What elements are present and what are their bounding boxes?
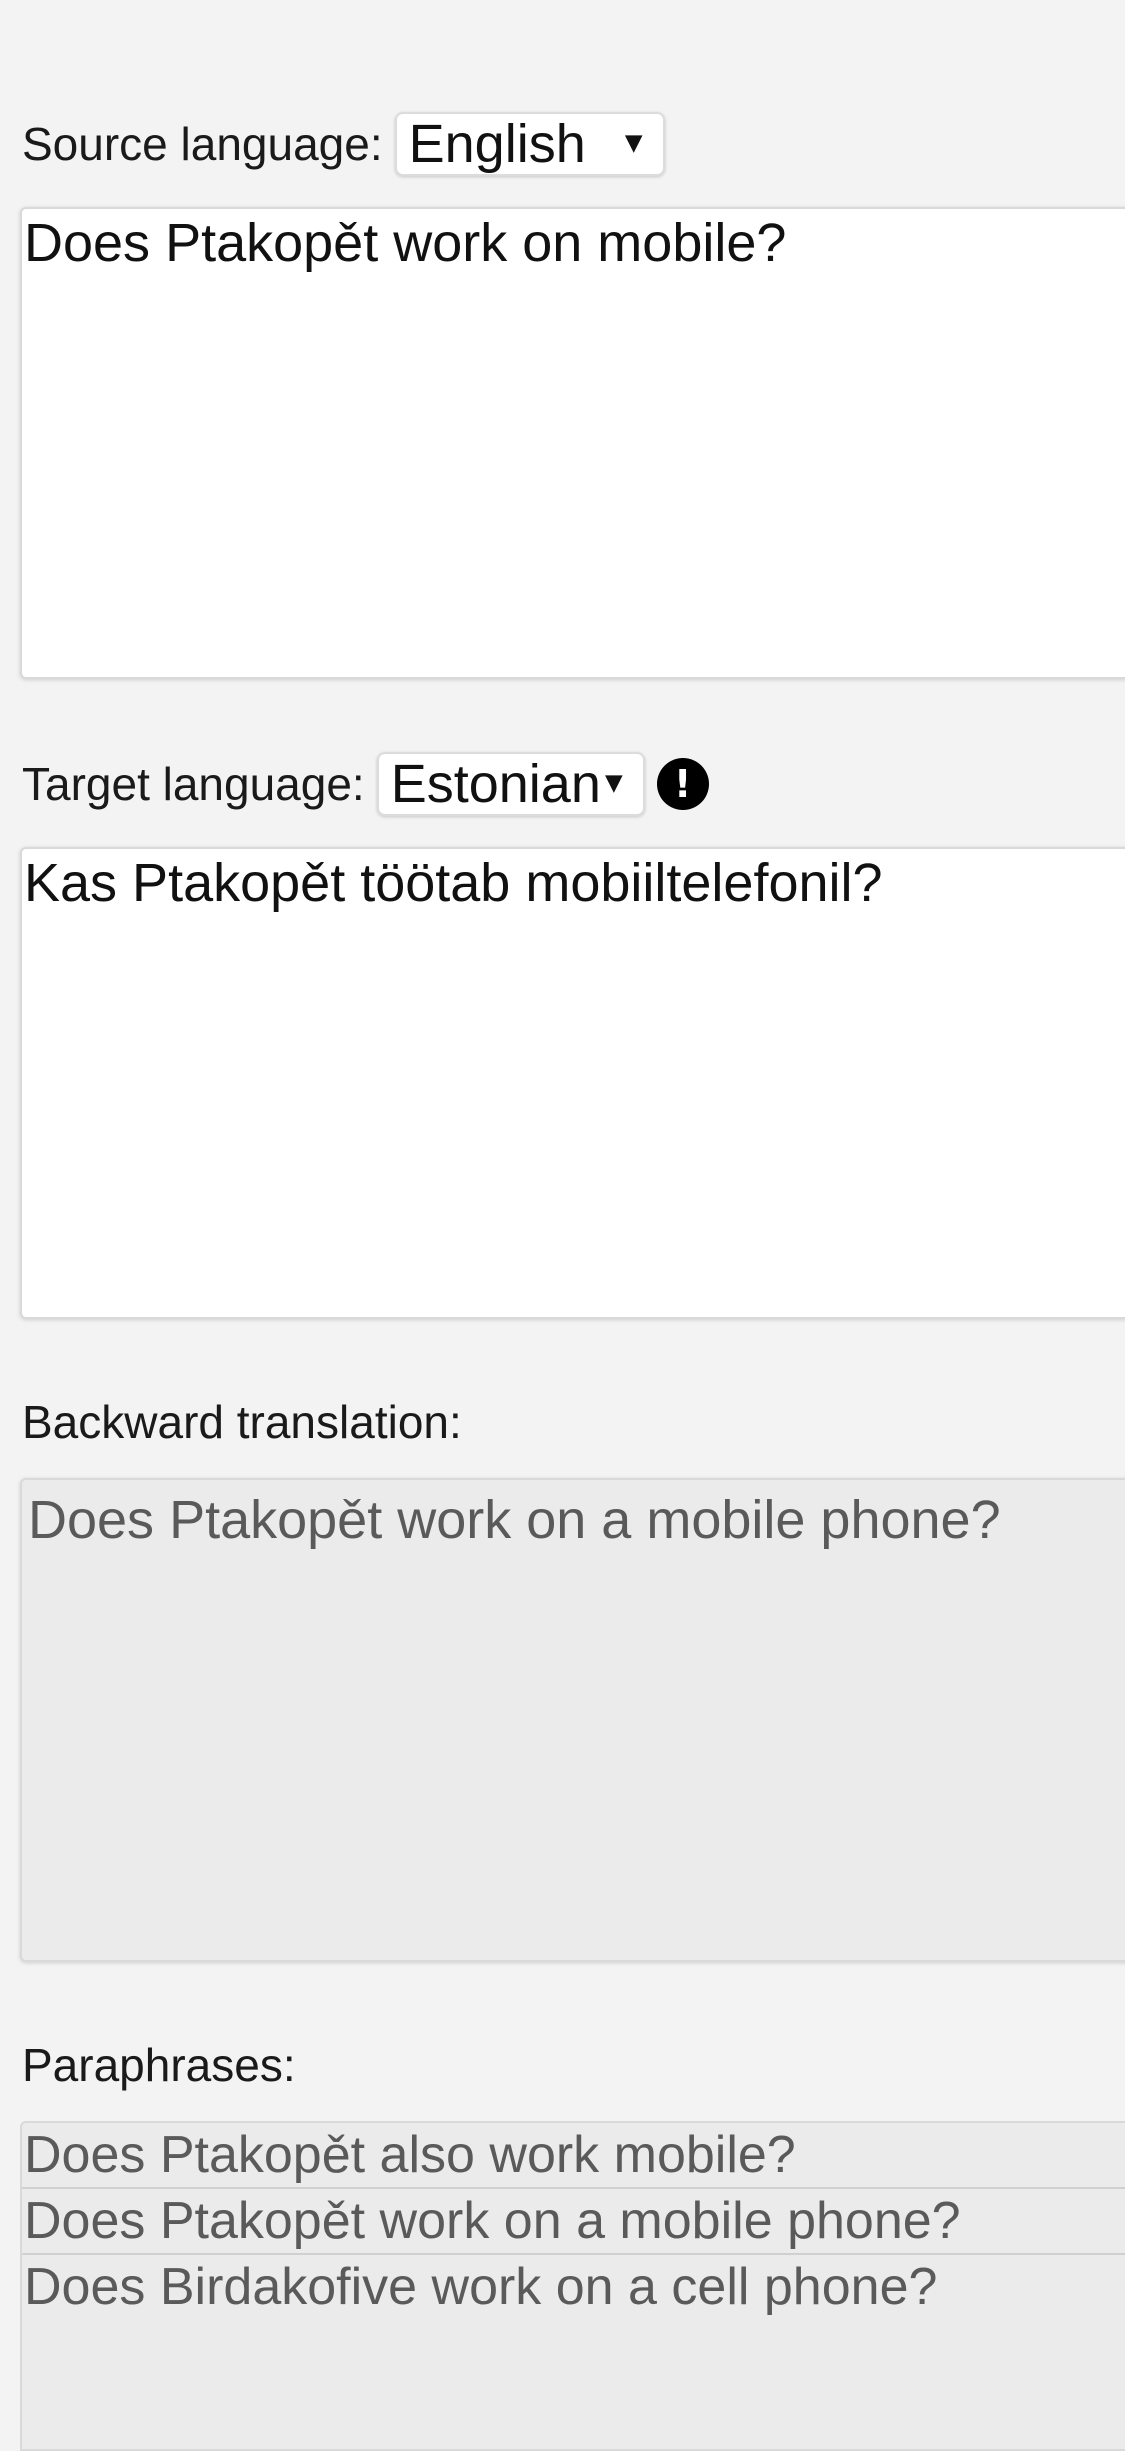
source-language-select[interactable]: English ▼ <box>394 112 665 176</box>
target-language-label: Target language: <box>22 758 365 810</box>
source-language-value: English <box>408 114 586 174</box>
target-language-row: Target language: Estonian ▼ ! <box>22 752 709 816</box>
backward-translation-label: Backward translation: <box>22 1396 462 1448</box>
target-text-input[interactable]: Kas Ptakopět töötab mobiiltelefonil? <box>20 847 1125 1319</box>
paraphrase-item[interactable]: Does Ptakopět work on a mobile phone? <box>22 2189 1125 2255</box>
chevron-down-icon: ▼ <box>618 126 649 160</box>
source-text: Does Ptakopět work on mobile? <box>24 213 787 273</box>
backward-translation-text: Does Ptakopět work on a mobile phone? <box>28 1490 1001 1550</box>
paraphrases-label: Paraphrases: <box>22 2039 296 2091</box>
backward-translation-row: Backward translation: <box>22 1390 462 1454</box>
target-language-select[interactable]: Estonian ▼ <box>376 752 645 816</box>
paraphrases-list: Does Ptakopět also work mobile? Does Pta… <box>20 2121 1125 2451</box>
chevron-down-icon: ▼ <box>599 766 629 800</box>
source-text-input[interactable]: Does Ptakopět work on mobile? <box>20 207 1125 679</box>
paraphrase-item[interactable]: Does Ptakopět also work mobile? <box>22 2123 1125 2189</box>
source-language-label: Source language: <box>22 118 383 170</box>
source-language-row: Source language: English ▼ <box>22 112 665 176</box>
paraphrases-row: Paraphrases: <box>22 2033 296 2097</box>
warning-icon[interactable]: ! <box>656 758 709 810</box>
target-language-value: Estonian <box>390 754 601 814</box>
backward-translation-output: Does Ptakopět work on a mobile phone? <box>20 1478 1125 1962</box>
target-text: Kas Ptakopět töötab mobiiltelefonil? <box>24 853 883 913</box>
paraphrase-item[interactable]: Does Birdakofive work on a cell phone? <box>22 2255 1125 2319</box>
